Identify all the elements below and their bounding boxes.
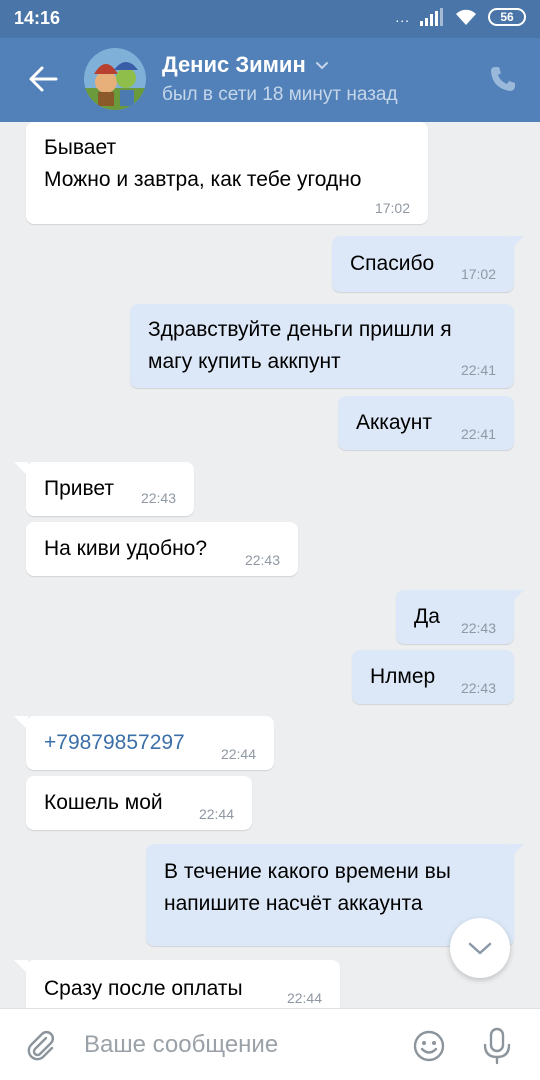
message-time: 22:44: [220, 746, 256, 762]
chevron-down-icon: [468, 942, 492, 955]
message-time: 22:43: [140, 490, 176, 506]
bubble-tail: [14, 716, 28, 730]
message-time: 22:41: [460, 426, 496, 442]
emoji-icon[interactable]: [412, 1029, 446, 1063]
message-text: Кошель мой: [44, 791, 163, 814]
contact-last-seen: был в сети 18 минут назад: [162, 84, 398, 105]
avatar-image: [84, 48, 146, 110]
message-time: 22:44: [286, 990, 322, 1006]
message-time: 22:43: [460, 620, 496, 636]
battery-indicator: 56: [488, 8, 526, 26]
notification-dots: ...: [395, 9, 410, 25]
message-list[interactable]: Бывает Можно и завтра, как тебе угодно 1…: [0, 122, 540, 1008]
message-text: Бывает Можно и завтра, как тебе угодно: [44, 136, 362, 191]
contact-name-row[interactable]: Денис Зимин: [162, 52, 330, 78]
message-bubble-outgoing[interactable]: Нлмер 22:43: [352, 650, 514, 704]
phone-number-link[interactable]: +79879857297: [44, 727, 185, 759]
message-text: На киви удобно?: [44, 537, 208, 560]
message-time: 22:43: [460, 680, 496, 696]
message-bubble-incoming[interactable]: +79879857297 22:44: [14, 716, 274, 770]
back-arrow-icon[interactable]: [26, 62, 60, 96]
message-bubble-outgoing[interactable]: Да 22:43: [396, 590, 524, 644]
message-time: 22:44: [198, 806, 234, 822]
contact-avatar[interactable]: [84, 48, 146, 110]
message-text: Здравствуйте деньги пришли я магу купить…: [148, 318, 452, 373]
message-text: Сразу после оплаты: [44, 977, 243, 1000]
message-text: Да: [414, 605, 440, 628]
microphone-icon[interactable]: [480, 1027, 514, 1065]
message-bubble-incoming[interactable]: Сразу после оплаты 22:44: [14, 960, 340, 1008]
message-time: 17:02: [460, 266, 496, 282]
status-bar: 14:16 ... 56: [0, 0, 540, 38]
message-text: Нлмер: [370, 665, 436, 688]
bubble-tail: [510, 590, 524, 604]
message-bubble-incoming[interactable]: На киви удобно? 22:43: [26, 522, 298, 576]
scroll-to-bottom-button[interactable]: [450, 918, 510, 978]
signal-icon: [420, 8, 443, 26]
message-composer: [0, 1008, 540, 1080]
message-text: В течение какого времени вы напишите нас…: [164, 860, 451, 915]
phone-icon[interactable]: [488, 64, 518, 94]
message-bubble-incoming[interactable]: Привет 22:43: [14, 462, 194, 516]
message-time: 22:43: [244, 552, 280, 568]
bubble-tail: [510, 236, 524, 250]
message-bubble-outgoing[interactable]: Спасибо 17:02: [332, 236, 524, 292]
bubble-tail: [510, 844, 524, 858]
message-text: Спасибо: [350, 252, 435, 275]
message-text: Аккаунт: [356, 411, 433, 434]
message-bubble-incoming[interactable]: Кошель мой 22:44: [26, 776, 252, 830]
wifi-icon: [456, 9, 476, 25]
message-text: Привет: [44, 477, 115, 500]
chat-header: Денис Зимин был в сети 18 минут назад: [0, 38, 540, 122]
status-time: 14:16: [14, 8, 61, 28]
message-time: 17:02: [374, 200, 410, 216]
bubble-tail: [14, 960, 28, 974]
message-bubble-outgoing[interactable]: Здравствуйте деньги пришли я магу купить…: [130, 304, 514, 388]
bubble-tail: [14, 462, 28, 476]
message-bubble-incoming[interactable]: Бывает Можно и завтра, как тебе угодно 1…: [26, 122, 428, 224]
message-input[interactable]: [84, 1025, 384, 1065]
attachment-icon[interactable]: [24, 1029, 58, 1063]
message-bubble-outgoing[interactable]: Аккаунт 22:41: [338, 396, 514, 450]
status-icons: ... 56: [395, 8, 526, 26]
message-time: 22:41: [460, 362, 496, 378]
contact-name: Денис Зимин: [162, 52, 306, 77]
chevron-down-icon: [315, 62, 328, 70]
